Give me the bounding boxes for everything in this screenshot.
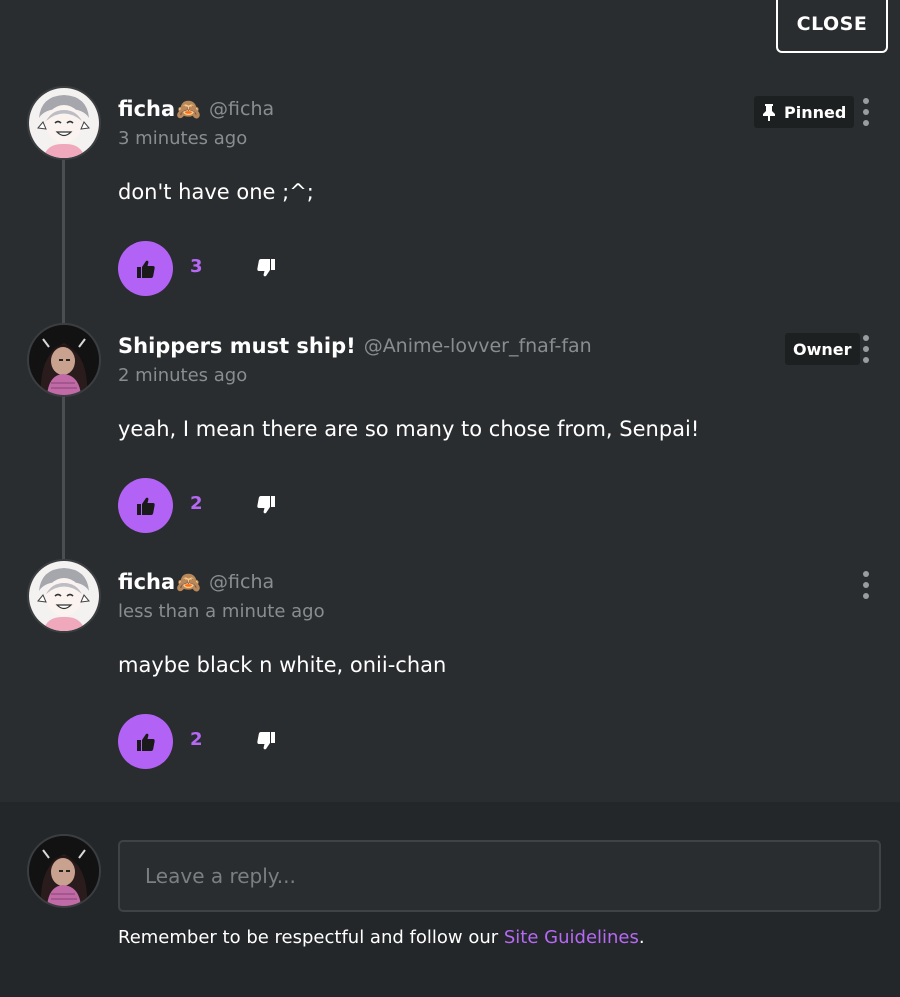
like-count: 2: [190, 729, 203, 750]
comment-text: yeah, I mean there are so many to chose …: [118, 417, 700, 441]
thumbs-up-icon: [136, 497, 155, 515]
comment-timestamp: 2 minutes ago: [118, 365, 248, 386]
badge-label: Pinned: [784, 102, 847, 122]
current-user-avatar: [27, 834, 101, 908]
like-button[interactable]: [118, 478, 173, 533]
pin-icon: [763, 104, 775, 121]
guidelines-text: Remember to be respectful and follow our: [118, 927, 504, 948]
kebab-menu-icon[interactable]: [856, 571, 876, 599]
dislike-button[interactable]: [252, 254, 280, 282]
author-name[interactable]: ficha: [118, 97, 175, 121]
thread-line: [62, 158, 65, 326]
monkey-emoji-icon: 🙈: [176, 97, 202, 121]
site-guidelines-link[interactable]: Site Guidelines: [504, 927, 639, 948]
thumbs-up-icon: [136, 733, 155, 751]
kebab-menu-icon[interactable]: [856, 98, 876, 126]
thumbs-down-icon: [257, 732, 275, 750]
thread-line: [62, 395, 65, 563]
avatar[interactable]: [27, 323, 101, 397]
dislike-button[interactable]: [252, 491, 280, 519]
author-handle[interactable]: @ficha: [209, 571, 274, 593]
thumbs-down-icon: [257, 259, 275, 277]
comment-text: maybe black n white, onii-chan: [118, 653, 447, 677]
kebab-menu-icon[interactable]: [856, 335, 876, 363]
thumbs-up-icon: [136, 260, 155, 278]
like-button[interactable]: [118, 714, 173, 769]
dislike-button[interactable]: [252, 727, 280, 755]
guidelines-notice: Remember to be respectful and follow our…: [118, 927, 645, 948]
comment-text: don't have one ;^;: [118, 180, 314, 204]
owner-badge: Owner: [785, 333, 860, 365]
author-name[interactable]: Shippers must ship!: [118, 334, 356, 358]
author-handle[interactable]: @ficha: [209, 98, 274, 120]
comment-timestamp: 3 minutes ago: [118, 128, 248, 149]
author-handle[interactable]: @Anime-lovver_fnaf-fan: [364, 335, 592, 357]
like-count: 3: [190, 256, 203, 277]
pinned-badge: Pinned: [754, 96, 855, 128]
avatar[interactable]: [27, 86, 101, 160]
monkey-emoji-icon: 🙈: [176, 570, 202, 594]
like-count: 2: [190, 493, 203, 514]
badge-label: Owner: [793, 339, 852, 359]
author-name[interactable]: ficha: [118, 570, 175, 594]
reply-section: Remember to be respectful and follow our…: [0, 802, 900, 997]
reply-input[interactable]: [118, 840, 881, 912]
thumbs-down-icon: [257, 496, 275, 514]
like-button[interactable]: [118, 241, 173, 296]
guidelines-period: .: [638, 927, 645, 948]
close-button[interactable]: CLOSE: [776, 0, 888, 53]
avatar[interactable]: [27, 559, 101, 633]
comment-timestamp: less than a minute ago: [118, 601, 325, 622]
